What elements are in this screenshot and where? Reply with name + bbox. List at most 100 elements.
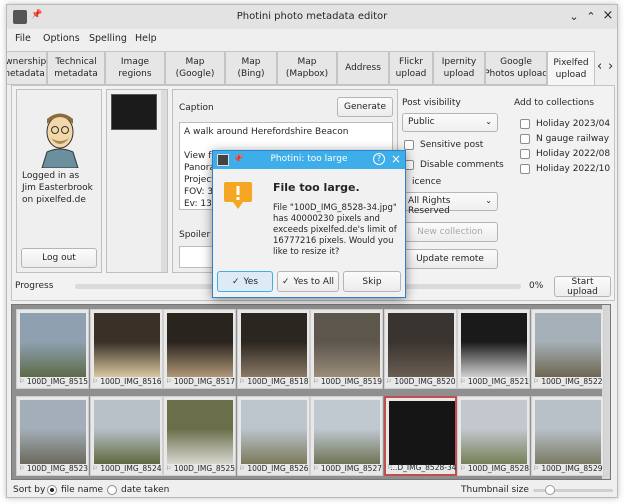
sort-file-name-label: file name xyxy=(61,485,104,495)
spoiler-label: Spoiler xyxy=(179,230,211,240)
thumbnail-7[interactable]: ⚐ 100D_IMG_8522 xyxy=(530,309,604,389)
minimize-button[interactable]: ⌄ xyxy=(567,10,581,24)
yes-button[interactable]: ✓ Yes xyxy=(217,271,273,292)
tab-image-regions[interactable]: Image regions xyxy=(105,51,165,85)
thumbnail-caption: 100D_IMG_8518 xyxy=(247,377,309,386)
collection-checkbox-3[interactable] xyxy=(520,164,530,174)
help-button[interactable]: ? xyxy=(373,153,385,165)
sort-file-name-radio[interactable] xyxy=(47,485,57,495)
menu-help[interactable]: Help xyxy=(135,33,157,44)
collections-label: Add to collections xyxy=(514,98,595,108)
thumbnail-caption: 100D_IMG_8519 xyxy=(320,377,382,386)
check-icon: ✓ xyxy=(282,276,290,287)
thumbnail-image xyxy=(240,313,307,377)
menu-file[interactable]: File xyxy=(15,33,31,44)
collection-checkbox-2[interactable] xyxy=(520,149,530,159)
dialog-close-button[interactable]: × xyxy=(391,152,401,166)
thumbnail-12[interactable]: ⚐ 100D_IMG_8527 xyxy=(310,396,383,476)
maximize-button[interactable]: ⌃ xyxy=(584,10,598,24)
thumbnail-14[interactable]: ⚐ 100D_IMG_8528 xyxy=(457,396,530,476)
visibility-select[interactable]: Public ⌄ xyxy=(402,113,498,132)
tab-google-photos[interactable]: Google Photos upload xyxy=(485,51,547,85)
thumbnail-image xyxy=(167,313,233,377)
update-remote-button[interactable]: Update remote xyxy=(402,249,498,269)
collection-label-3: Holiday 2022/10 xyxy=(536,164,611,174)
licence-select[interactable]: All Rights Reserved ⌄ xyxy=(402,192,498,216)
thumbnail-image xyxy=(461,313,527,377)
chevron-down-icon: ⌄ xyxy=(485,196,492,205)
tab-prev-arrow[interactable]: ‹ xyxy=(597,59,602,74)
thumbnail-11[interactable]: ⚐ 100D_IMG_8526 xyxy=(236,396,310,476)
thumbnail-6[interactable]: ⚐ 100D_IMG_8521 xyxy=(457,309,530,389)
thumbnail-8[interactable]: ⚐ 100D_IMG_8523 xyxy=(16,396,89,476)
sort-by-label: Sort by xyxy=(13,485,46,495)
visibility-group: Post visibility Public ⌄ Sensitive post … xyxy=(400,89,508,273)
tab-technical[interactable]: Technical metadata xyxy=(47,51,105,85)
collection-checkbox-0[interactable] xyxy=(520,119,530,129)
yes-label: Yes xyxy=(243,276,259,287)
sensitive-label: Sensitive post xyxy=(420,140,484,150)
thumbnail-caption: 100D_IMG_8526 xyxy=(247,464,309,473)
tab-map-google[interactable]: Map (Google) xyxy=(165,51,225,85)
generate-button[interactable]: Generate xyxy=(337,97,393,117)
thumbnail-4[interactable]: ⚐ 100D_IMG_8519 xyxy=(310,309,383,389)
preview-image xyxy=(111,94,157,130)
thumbnail-image xyxy=(534,313,601,377)
too-large-dialog: 📌 Photini: too large ? × File too large.… xyxy=(212,150,406,298)
user-avatar xyxy=(41,113,79,168)
thumbnail-2[interactable]: ⚐ 100D_IMG_8517 xyxy=(163,309,236,389)
tab-address[interactable]: Address xyxy=(337,51,389,85)
thumbnail-image xyxy=(20,400,86,464)
logged-in-text: Logged in as Jim Easterbrook on pixelfed… xyxy=(22,171,93,205)
thumbnail-grid: ⚐ 100D_IMG_8515 ⚐ 100D_IMG_8516 ⚐ 100D_IMG_85… xyxy=(11,304,611,480)
thumbnail-caption: 100D_IMG_8522 xyxy=(541,377,603,386)
log-out-button[interactable]: Log out xyxy=(21,248,97,268)
thumbnail-10[interactable]: ⚐ 100D_IMG_8525 xyxy=(163,396,236,476)
thumbnail-0[interactable]: ⚐ 100D_IMG_8515 xyxy=(16,309,89,389)
thumbnail-9[interactable]: ⚐ 100D_IMG_8524 xyxy=(89,396,163,476)
licence-value: All Rights Reserved xyxy=(408,196,451,216)
thumbnail-size-slider[interactable] xyxy=(533,485,613,495)
dialog-message: File "100D_IMG_8528-34.jpg" has 40000230… xyxy=(273,203,397,257)
sort-date-taken-radio[interactable] xyxy=(107,485,117,495)
thumbnail-15[interactable]: ⚐ 100D_IMG_8529 xyxy=(530,396,604,476)
thumbnail-image xyxy=(461,400,527,464)
thumbnail-image xyxy=(167,400,233,464)
thumbnail-3[interactable]: ⚐ 100D_IMG_8518 xyxy=(236,309,310,389)
warning-icon xyxy=(224,182,252,209)
tab-next-arrow[interactable]: › xyxy=(608,59,613,74)
collection-label-1: N gauge railway xyxy=(536,134,610,144)
start-upload-button[interactable]: Start upload xyxy=(554,276,611,297)
thumbnail-size-label: Thumbnail size xyxy=(461,485,529,495)
tab-ipernity[interactable]: Ipernity upload xyxy=(433,51,485,85)
thumbnail-image xyxy=(93,400,160,464)
new-collection-button[interactable]: New collection xyxy=(402,222,498,242)
thumbnail-image xyxy=(388,401,455,465)
thumbnail-1[interactable]: ⚐ 100D_IMG_8516 xyxy=(89,309,163,389)
sensitive-checkbox[interactable] xyxy=(404,140,414,150)
tab-ownership[interactable]: ownership metadata xyxy=(7,51,47,85)
thumbnail-caption: 100D_IMG_8523 xyxy=(26,464,88,473)
visibility-value: Public xyxy=(408,117,435,127)
slider-handle[interactable] xyxy=(545,485,555,495)
collection-checkbox-1[interactable] xyxy=(520,134,530,144)
thumbnail-5[interactable]: ⚐ 100D_IMG_8520 xyxy=(383,309,457,389)
thumbnail-13[interactable]: ⚐ ...D_IMG_8528-34 xyxy=(383,396,457,476)
menu-spelling[interactable]: Spelling xyxy=(89,33,127,44)
menu-options[interactable]: Options xyxy=(43,33,80,44)
skip-button[interactable]: Skip xyxy=(343,271,401,292)
tab-flickr[interactable]: Flickr upload xyxy=(389,51,433,85)
preview-scrollbar[interactable] xyxy=(161,90,167,272)
dialog-heading: File too large. xyxy=(273,181,360,194)
tab-map-mapbox[interactable]: Map (Mapbox) xyxy=(277,51,337,85)
tab-map-bing[interactable]: Map (Bing) xyxy=(225,51,277,85)
window-title: Photini photo metadata editor xyxy=(236,11,388,22)
progress-label: Progress xyxy=(15,281,54,291)
thumbnail-image xyxy=(20,313,86,377)
tab-pixelfed[interactable]: Pixelfed upload xyxy=(547,51,595,85)
close-button[interactable]: × xyxy=(601,9,615,24)
thumbnail-image xyxy=(314,313,380,377)
thumbnail-caption: 100D_IMG_8517 xyxy=(173,377,235,386)
yes-to-all-button[interactable]: ✓ Yes to All xyxy=(277,271,339,292)
thumbnail-caption: 100D_IMG_8524 xyxy=(100,464,162,473)
